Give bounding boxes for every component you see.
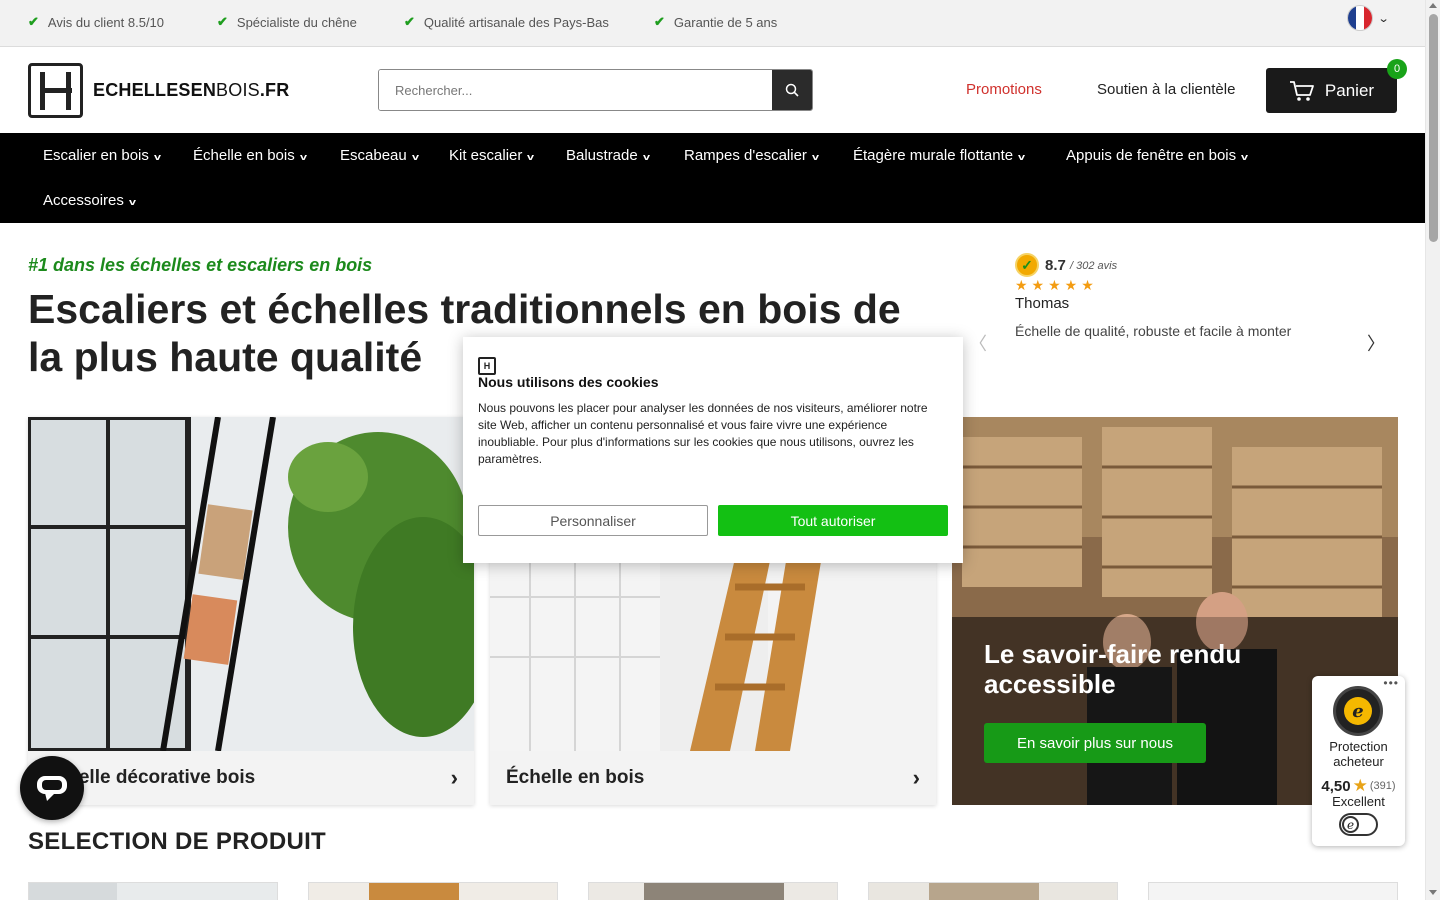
- usp-bar: ✔ Avis du client 8.5/10 ✔ Spécialiste du…: [0, 0, 1425, 47]
- usp-item: ✔ Spécialiste du chêne: [217, 14, 357, 30]
- nav-item-etagere[interactable]: Étagère murale flottante v: [853, 147, 1026, 164]
- cart-icon: [1289, 80, 1314, 101]
- support-link[interactable]: Soutien à la clientèle: [1097, 81, 1235, 98]
- review-carousel: 〈 ✓ 8.7 / 302 avis ★★★★★ Thomas Échelle …: [965, 250, 1395, 360]
- nav-item-rampes[interactable]: Rampes d'escalier v: [684, 147, 819, 164]
- product-card[interactable]: [868, 882, 1118, 900]
- chevron-down-icon: v: [153, 152, 161, 162]
- chevron-down-icon: v: [1241, 152, 1249, 162]
- trusted-shops-badge[interactable]: ••• e Protection acheteur 4,50 ★ (391) E…: [1312, 676, 1405, 846]
- chevron-down-icon: ⌄: [1377, 12, 1390, 25]
- chevron-down-icon: v: [642, 152, 650, 162]
- cookie-body: Nous pouvons les placer pour analyser le…: [478, 401, 928, 466]
- trust-rating: 4,50 ★ (391): [1321, 776, 1396, 795]
- product-image: [929, 883, 1039, 900]
- scroll-up-icon[interactable]: [1429, 3, 1437, 8]
- usp-text: Spécialiste du chêne: [236, 14, 357, 30]
- customize-button[interactable]: Personnaliser: [478, 505, 708, 536]
- trusted-shops-seal-icon: e: [1333, 686, 1383, 736]
- nav-item-kit-escalier[interactable]: Kit escalier v: [449, 147, 535, 164]
- nav-item-echelle[interactable]: Échelle en bois v: [193, 147, 307, 164]
- language-selector[interactable]: ⌄: [1347, 5, 1390, 31]
- trust-label: Protection acheteur: [1329, 739, 1388, 769]
- accept-all-button[interactable]: Tout autoriser: [718, 505, 948, 536]
- nav-item-accessoires[interactable]: Accessoires v: [43, 192, 136, 209]
- main-nav: Escalier en bois v Échelle en bois v Escab…: [0, 133, 1425, 223]
- site-logo[interactable]: ECHELLESENBOIS.FR: [28, 63, 289, 118]
- usp-item: ✔ Avis du client 8.5/10: [28, 14, 164, 30]
- product-card[interactable]: [308, 882, 558, 900]
- check-icon: ✔: [217, 14, 228, 29]
- category-image: [28, 417, 474, 751]
- review-score: 8.7: [1045, 257, 1066, 274]
- review-stars: ★★★★★: [1015, 277, 1098, 293]
- cart-label: Panier: [1324, 80, 1375, 100]
- search-bar: [378, 69, 813, 111]
- product-image: [644, 883, 784, 900]
- page-scrollbar[interactable]: [1425, 0, 1440, 900]
- check-icon: ✔: [404, 14, 415, 29]
- promotions-link[interactable]: Promotions: [966, 81, 1042, 98]
- tile-title: Échelle en bois: [506, 767, 645, 788]
- usp-item: ✔ Qualité artisanale des Pays-Bas: [404, 14, 609, 30]
- cart-count-badge: 0: [1387, 59, 1407, 79]
- star-icon: ★: [1352, 776, 1368, 795]
- chevron-down-icon: v: [411, 152, 419, 162]
- trusted-shops-toggle-icon: e: [1339, 813, 1378, 836]
- chevron-left-icon[interactable]: 〈: [969, 330, 987, 356]
- header: ECHELLESENBOIS.FR Promotions Soutien à l…: [0, 48, 1425, 133]
- product-card[interactable]: [588, 882, 838, 900]
- chevron-right-icon: ›: [450, 765, 458, 790]
- chevron-down-icon: v: [527, 152, 535, 162]
- scroll-down-icon[interactable]: [1429, 890, 1437, 895]
- search-button[interactable]: [772, 70, 812, 110]
- chevron-down-icon: v: [1018, 152, 1026, 162]
- logo-text: ECHELLESENBOIS.FR: [93, 80, 290, 100]
- cookie-title: Nous utilisons des cookies: [478, 374, 659, 390]
- nav-item-escabeau[interactable]: Escabeau v: [340, 147, 419, 164]
- feature-title: Le savoir-faire rendu accessible: [984, 639, 1242, 699]
- tile-footer: Échelle en bois ›: [490, 751, 936, 805]
- reviewer-name: Thomas: [1015, 295, 1070, 312]
- search-input[interactable]: [379, 70, 772, 110]
- chevron-down-icon: v: [811, 152, 819, 162]
- nav-item-escalier[interactable]: Escalier en bois v: [43, 147, 161, 164]
- chevron-down-icon: v: [299, 152, 307, 162]
- product-card[interactable]: [28, 882, 278, 900]
- usp-item: ✔ Garantie de 5 ans: [654, 14, 777, 30]
- check-icon: ✔: [28, 14, 39, 29]
- kiyoh-logo-icon: ✓: [1015, 253, 1039, 277]
- about-us-button[interactable]: En savoir plus sur nous: [984, 723, 1206, 763]
- cart-button[interactable]: Panier: [1266, 68, 1397, 113]
- review-count: / 302 avis: [1070, 260, 1118, 272]
- chevron-right-icon[interactable]: 〉: [1367, 330, 1385, 356]
- check-icon: ✔: [654, 14, 665, 29]
- cookie-dialog: H Nous utilisons des cookies Nous pouvon…: [463, 337, 963, 563]
- product-card[interactable]: [1148, 882, 1398, 900]
- trust-grade: Excellent: [1332, 794, 1385, 809]
- more-options-icon[interactable]: •••: [1383, 676, 1399, 690]
- tile-footer: Échelle décorative bois ›: [28, 751, 474, 805]
- nav-item-balustrade[interactable]: Balustrade v: [566, 147, 650, 164]
- chevron-down-icon: v: [128, 197, 136, 207]
- usp-text: Avis du client 8.5/10: [47, 14, 165, 30]
- chevron-right-icon: ›: [912, 765, 920, 790]
- scroll-thumb[interactable]: [1429, 14, 1438, 242]
- nav-item-appuis[interactable]: Appuis de fenêtre en bois v: [1066, 147, 1249, 164]
- review-text: Échelle de qualité, robuste et facile à …: [1015, 323, 1292, 339]
- product-image: [29, 883, 117, 900]
- search-icon: [785, 83, 799, 97]
- logo-mark-icon: [28, 63, 83, 118]
- usp-text: Qualité artisanale des Pays-Bas: [423, 14, 609, 30]
- flag-fr-icon: [1347, 5, 1373, 31]
- hero-kicker: #1 dans les échelles et escaliers en boi…: [28, 255, 373, 275]
- chat-icon: [37, 776, 67, 801]
- usp-text: Garantie de 5 ans: [673, 14, 778, 30]
- category-tile[interactable]: Échelle décorative bois ›: [28, 417, 474, 805]
- section-title: SELECTION DE PRODUIT: [28, 828, 327, 855]
- product-image: [369, 883, 459, 900]
- site-logo-icon: H: [478, 357, 496, 375]
- chat-button[interactable]: [20, 756, 84, 820]
